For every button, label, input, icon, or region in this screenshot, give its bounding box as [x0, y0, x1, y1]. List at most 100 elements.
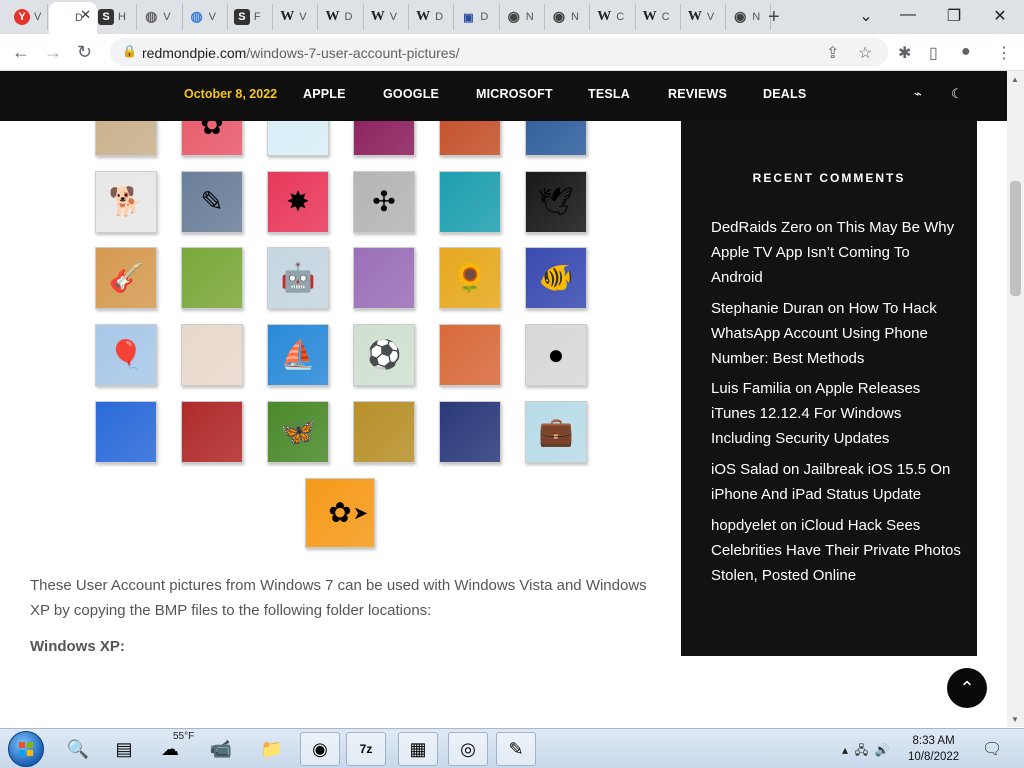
taskbar-clock[interactable]: 8:33 AM 10/8/2022 — [908, 733, 959, 765]
browser-tab[interactable]: ◉ N — [545, 4, 591, 30]
soccer-ball-picture[interactable]: ⚽ — [353, 324, 415, 386]
dark-mode-icon[interactable]: ☾ — [951, 86, 963, 102]
browser-tab[interactable]: WC — [590, 4, 636, 30]
bookmark-star-icon[interactable]: ☆ — [858, 43, 872, 63]
forward-icon[interactable]: → — [44, 42, 62, 63]
browser-tab[interactable]: WC — [636, 4, 681, 30]
tab-close-icon[interactable]: ✕ — [80, 7, 91, 23]
system-tray[interactable]: ▴ 🖧 🔊 — [842, 741, 890, 762]
side-panel-icon[interactable]: ▯ — [929, 43, 938, 63]
nav-microsoft[interactable]: MICROSOFT — [476, 87, 553, 101]
flower-pink-picture[interactable]: ✿ — [181, 121, 243, 156]
window-picture[interactable] — [95, 401, 157, 463]
share-icon[interactable]: ⇪ — [826, 43, 839, 63]
browser-tab[interactable]: ◉ N — [726, 4, 772, 30]
browser-tab[interactable]: ▣ D — [454, 4, 500, 30]
browser-tab[interactable]: D ✕ — [49, 2, 97, 34]
maximize-icon[interactable]: ❐ — [944, 6, 964, 26]
comment-item[interactable]: Stephanie Duran on How To Hack WhatsApp … — [711, 296, 961, 371]
lock-icon[interactable]: 🔒 — [122, 44, 137, 58]
close-window-icon[interactable]: ✕ — [990, 6, 1010, 26]
spiral-picture[interactable] — [353, 401, 415, 463]
browser-tab[interactable]: ◍ V — [183, 4, 228, 30]
suitcase-picture[interactable]: 💼 — [525, 401, 587, 463]
nav-tesla[interactable]: TESLA — [588, 87, 630, 101]
monitor-icon: ▣ — [463, 11, 474, 24]
page-scrollbar[interactable]: ▲ ▼ — [1007, 71, 1024, 727]
sunflower-picture[interactable]: 🌻 — [439, 247, 501, 309]
jacks-picture[interactable]: ✣ — [353, 171, 415, 233]
nav-apple[interactable]: APPLE — [303, 87, 346, 101]
github-icon: ◉ — [507, 9, 520, 25]
nav-reviews[interactable]: REVIEWS — [668, 87, 727, 101]
browser-tab[interactable]: WD — [319, 4, 364, 30]
chrome-taskbar-icon[interactable]: ◉ — [300, 732, 340, 766]
url-text[interactable]: redmondpie.com/windows-7-user-account-pi… — [142, 45, 459, 61]
extensions-icon[interactable]: ✱ — [898, 43, 911, 63]
browser-tab[interactable]: ◉ N — [500, 4, 545, 30]
stairs-picture[interactable] — [439, 171, 501, 233]
chevron-down-icon[interactable]: ⌄ — [856, 6, 876, 26]
crane-picture[interactable]: 🕊 — [525, 171, 587, 233]
back-icon[interactable]: ← — [12, 42, 30, 63]
comment-item[interactable]: hopdyelet on iCloud Hack Sees Celebritie… — [711, 513, 961, 588]
rss-icon[interactable]: ⌁ — [914, 86, 922, 102]
cat-picture[interactable] — [95, 121, 157, 156]
tribal-pattern-picture[interactable] — [181, 401, 243, 463]
task-manager-taskbar-icon[interactable]: ▦ — [398, 732, 438, 766]
new-tab-icon[interactable]: + — [768, 6, 780, 29]
file-explorer-taskbar-icon[interactable]: 📁 — [252, 732, 292, 766]
scroll-up-icon[interactable]: ▲ — [1011, 75, 1019, 84]
star-picture[interactable]: ✸ — [267, 171, 329, 233]
scroll-down-icon[interactable]: ▼ — [1011, 715, 1019, 724]
crayons-picture[interactable]: ✎ — [181, 171, 243, 233]
guitar-picture[interactable]: 🎸 — [95, 247, 157, 309]
meet-taskbar-icon[interactable]: 📹 — [201, 732, 241, 766]
clock-time: 8:33 AM — [912, 735, 955, 747]
fish-picture[interactable]: 🐠 — [525, 247, 587, 309]
sailboat-picture[interactable]: ⛵ — [267, 324, 329, 386]
menu-kebab-icon[interactable]: ⋮ — [996, 43, 1012, 63]
browser-tab[interactable]: WV — [681, 4, 727, 30]
address-bar[interactable]: 🔒 redmondpie.com/windows-7-user-account-… — [110, 38, 888, 66]
taskview-taskbar-icon[interactable]: ▤ — [104, 732, 144, 766]
app-taskbar-icon[interactable]: ✎ — [496, 732, 536, 766]
start-button[interactable] — [8, 731, 44, 767]
comment-item[interactable]: iOS Salad on Jailbreak iOS 15.5 On iPhon… — [711, 457, 961, 507]
butterfly-picture[interactable]: 🦋 — [267, 401, 329, 463]
leaf-picture[interactable] — [525, 121, 587, 156]
lighthouse-picture[interactable] — [439, 401, 501, 463]
reload-icon[interactable]: ↻ — [77, 42, 92, 63]
fabric-picture[interactable] — [439, 121, 501, 156]
browser-tab[interactable]: WV — [364, 4, 410, 30]
pinwheel-picture[interactable] — [267, 121, 329, 156]
scrollbar-thumb[interactable] — [1010, 181, 1021, 296]
comment-item[interactable]: DedRaids Zero on This May Be Why Apple T… — [711, 215, 961, 290]
browser-tab[interactable]: SH — [92, 4, 138, 30]
browser-taskbar-icon[interactable]: ◎ — [448, 732, 488, 766]
pomeranian-picture[interactable] — [181, 247, 243, 309]
minimize-icon[interactable]: — — [898, 6, 918, 24]
7zip-taskbar-icon[interactable]: 7z — [346, 732, 386, 766]
back-to-top-button[interactable]: ⌃ — [947, 668, 987, 708]
browser-tab[interactable]: WV — [273, 4, 319, 30]
nav-google[interactable]: GOOGLE — [383, 87, 439, 101]
browser-tab[interactable]: SF — [228, 4, 274, 30]
dog-picture[interactable]: 🐕 — [95, 171, 157, 233]
robot-picture[interactable]: 🤖 — [267, 247, 329, 309]
doll-picture[interactable] — [181, 324, 243, 386]
egg-picture[interactable] — [353, 121, 415, 156]
browser-tab[interactable]: ◍ V — [137, 4, 183, 30]
fabric-orange-picture[interactable] — [439, 324, 501, 386]
marbles-picture[interactable]: ● — [525, 324, 587, 386]
nav-deals[interactable]: DEALS — [763, 87, 806, 101]
browser-tab[interactable]: YV — [8, 4, 48, 30]
comment-item[interactable]: Luis Familia on Apple Releases iTunes 12… — [711, 376, 961, 451]
scarf-picture[interactable] — [353, 247, 415, 309]
profile-icon[interactable]: ● — [961, 43, 971, 61]
search-taskbar-icon[interactable]: 🔍 — [58, 732, 98, 766]
browser-tab[interactable]: WD — [409, 4, 455, 30]
notification-icon[interactable]: 🗨 — [982, 739, 1002, 759]
github-icon: ◉ — [552, 9, 566, 25]
balloon-picture[interactable]: 🎈 — [95, 324, 157, 386]
